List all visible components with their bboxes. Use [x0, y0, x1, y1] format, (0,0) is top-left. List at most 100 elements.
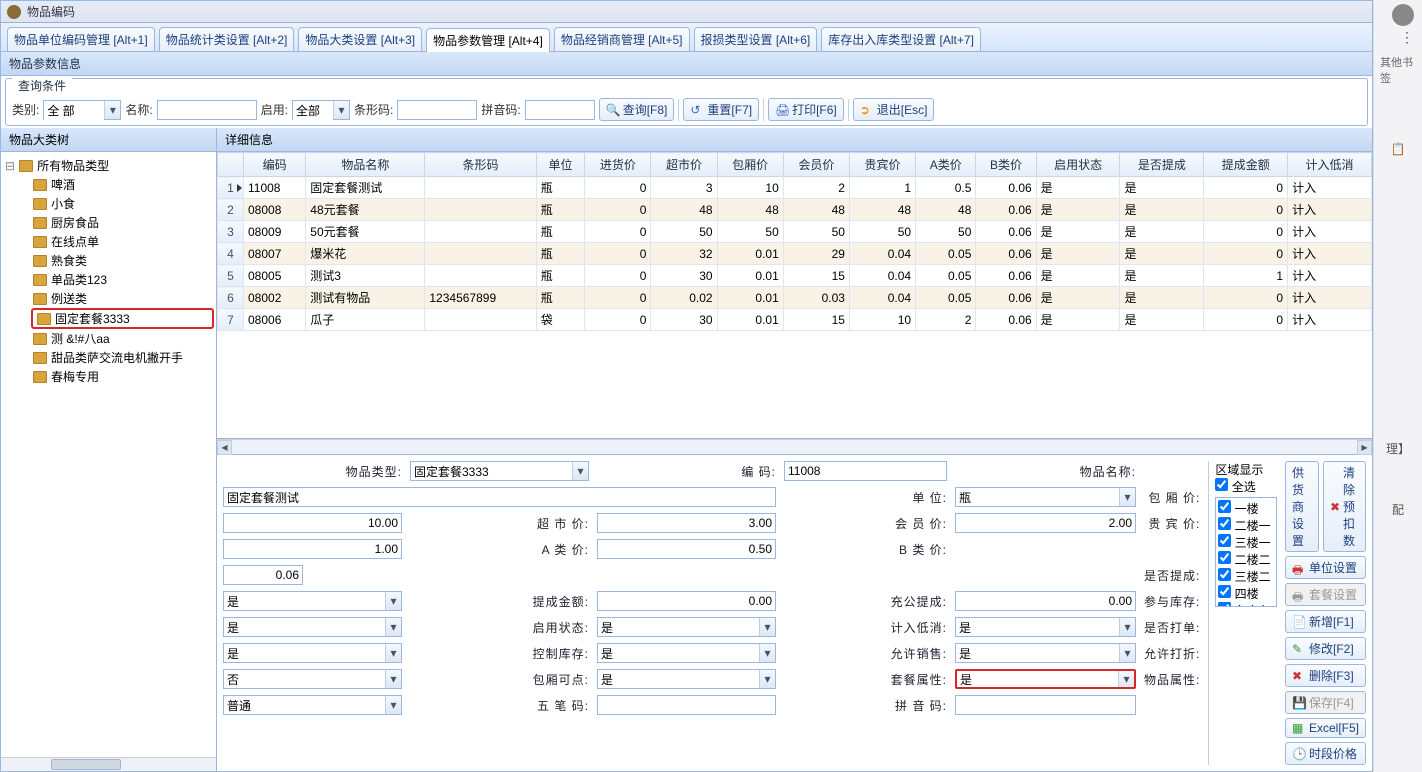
scratch-icon[interactable]: 📋	[1374, 130, 1422, 168]
tree-item[interactable]: 甜品类萨交流电机撇开手	[31, 348, 214, 367]
table-row[interactable]: 20800848元套餐瓶048484848480.06是是0计入	[218, 199, 1372, 221]
row-header[interactable]: 3	[218, 221, 244, 243]
col-header[interactable]: 计入低消	[1288, 153, 1372, 177]
row-header[interactable]: 7	[218, 309, 244, 331]
tree-item[interactable]: 单品类123	[31, 270, 214, 289]
cell[interactable]: 是	[1036, 221, 1120, 243]
cell[interactable]: 08002	[244, 287, 306, 309]
input-name[interactable]	[223, 487, 776, 507]
tab-4[interactable]: 物品经销商管理 [Alt+5]	[554, 27, 690, 51]
cell[interactable]: 0.01	[717, 265, 783, 287]
cell[interactable]: 是	[1120, 265, 1204, 287]
cell[interactable]: 08008	[244, 199, 306, 221]
col-header[interactable]: 单位	[536, 153, 585, 177]
combo-stock_in[interactable]: ▾	[223, 617, 402, 637]
combo-commission[interactable]: ▾	[223, 591, 402, 611]
cell[interactable]: 2	[916, 309, 976, 331]
input-single[interactable]	[224, 644, 385, 662]
tree-item[interactable]: 熟食类	[31, 251, 214, 270]
chevron-down-icon[interactable]: ▾	[385, 696, 401, 714]
col-header[interactable]: 会员价	[783, 153, 849, 177]
add-button[interactable]: 📄新增[F1]	[1285, 610, 1366, 633]
cell[interactable]: 是	[1120, 177, 1204, 199]
combo-single[interactable]: ▾	[223, 643, 402, 663]
combo-unit[interactable]: ▾	[955, 487, 1136, 507]
cell[interactable]	[425, 221, 536, 243]
cell[interactable]: 计入	[1288, 309, 1372, 331]
combo-set-button[interactable]: 🖶套餐设置	[1285, 583, 1366, 606]
col-header[interactable]: 启用状态	[1036, 153, 1120, 177]
cell[interactable]: 0	[1204, 199, 1288, 221]
cell[interactable]: 0.04	[849, 287, 915, 309]
cell[interactable]: 瓜子	[306, 309, 425, 331]
cell[interactable]: 是	[1120, 243, 1204, 265]
input-charge_commission[interactable]	[955, 591, 1136, 611]
cell[interactable]: 测试3	[306, 265, 425, 287]
tab-0[interactable]: 物品单位编码管理 [Alt+1]	[7, 27, 155, 51]
cell[interactable]: 0.03	[783, 287, 849, 309]
row-header[interactable]: 1	[218, 177, 244, 199]
search-button[interactable]: 🔍查询[F8]	[599, 98, 675, 121]
name-input[interactable]	[157, 100, 257, 120]
cell[interactable]: 0.01	[717, 243, 783, 265]
cell[interactable]: 瓶	[536, 221, 585, 243]
col-header[interactable]: A类价	[916, 153, 976, 177]
cell[interactable]: 3	[651, 177, 717, 199]
input-stock_in[interactable]	[224, 618, 385, 636]
col-header[interactable]: 条形码	[425, 153, 536, 177]
cell[interactable]: 是	[1036, 177, 1120, 199]
tree-item[interactable]: 测 &!#八aa	[31, 329, 214, 348]
cell[interactable]: 0	[585, 199, 651, 221]
cell[interactable]: 11008	[244, 177, 306, 199]
cell[interactable]: 0.02	[651, 287, 717, 309]
table-row[interactable]: 408007爆米花瓶0320.01290.040.050.06是是0计入	[218, 243, 1372, 265]
cell[interactable]: 10	[717, 177, 783, 199]
enable-value[interactable]	[293, 101, 333, 121]
cell[interactable]: 0.01	[717, 287, 783, 309]
cell[interactable]: 爆米花	[306, 243, 425, 265]
zone-item[interactable]: 三楼一	[1218, 534, 1274, 551]
cell[interactable]: 2	[783, 177, 849, 199]
zone-item[interactable]: 二楼二	[1218, 551, 1274, 568]
period-button[interactable]: 🕒时段价格	[1285, 742, 1366, 765]
cell[interactable]: 0.05	[916, 265, 976, 287]
chevron-down-icon[interactable]: ▾	[1118, 671, 1134, 687]
cell[interactable]: 瓶	[536, 177, 585, 199]
input-type[interactable]	[411, 462, 572, 480]
reset-button[interactable]: ↺重置[F7]	[683, 98, 759, 121]
input-commission_amt[interactable]	[597, 591, 776, 611]
tree-hscroll[interactable]	[1, 757, 216, 771]
tab-2[interactable]: 物品大类设置 [Alt+3]	[298, 27, 422, 51]
cell[interactable]: 50	[783, 221, 849, 243]
input-box_price[interactable]	[223, 513, 402, 533]
cell[interactable]: 48元套餐	[306, 199, 425, 221]
cell[interactable]: 29	[783, 243, 849, 265]
chevron-down-icon[interactable]: ▾	[104, 101, 120, 119]
category-select[interactable]: ▾	[43, 100, 121, 120]
cell[interactable]: 是	[1036, 199, 1120, 221]
cell[interactable]: 48	[717, 199, 783, 221]
cell[interactable]: 计入	[1288, 177, 1372, 199]
input-allow_sale[interactable]	[956, 644, 1119, 662]
zone-select-all[interactable]: 全选	[1215, 480, 1255, 494]
cell[interactable]: 08007	[244, 243, 306, 265]
cell[interactable]: 计入	[1288, 199, 1372, 221]
cell[interactable]: 是	[1036, 287, 1120, 309]
cell[interactable]: 计入	[1288, 243, 1372, 265]
col-header[interactable]: 进货价	[585, 153, 651, 177]
row-header[interactable]: 5	[218, 265, 244, 287]
cell[interactable]: 是	[1120, 309, 1204, 331]
cell[interactable]: 是	[1036, 265, 1120, 287]
cell[interactable]: 30	[651, 309, 717, 331]
cell[interactable]: 0.05	[916, 287, 976, 309]
col-header[interactable]: 贵宾价	[849, 153, 915, 177]
table-row[interactable]: 111008固定套餐测试瓶0310210.50.06是是0计入	[218, 177, 1372, 199]
zone-item[interactable]: 三楼二	[1218, 568, 1274, 585]
cell[interactable]: 袋	[536, 309, 585, 331]
scroll-right-icon[interactable]: ▸	[1357, 440, 1372, 455]
cell[interactable]: 计入	[1288, 221, 1372, 243]
col-header[interactable]: 是否提成	[1120, 153, 1204, 177]
cell[interactable]: 0.06	[976, 199, 1036, 221]
cell[interactable]: 0	[585, 265, 651, 287]
cell[interactable]: 50元套餐	[306, 221, 425, 243]
